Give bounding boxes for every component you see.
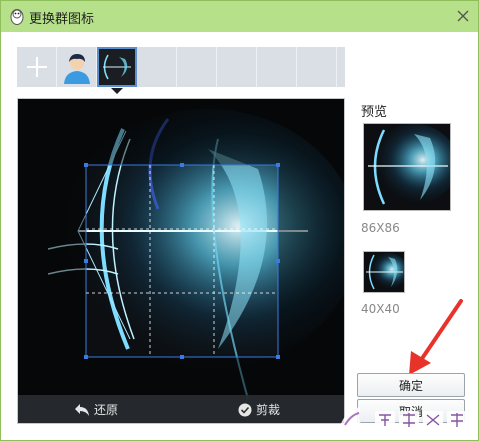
- annotation-arrow: [409, 299, 463, 375]
- source-image: [18, 99, 344, 423]
- history-slot-empty[interactable]: [217, 47, 257, 87]
- site-watermark-logo: [339, 407, 467, 429]
- selected-indicator: [111, 88, 123, 94]
- confirm-button[interactable]: 确定: [357, 373, 465, 397]
- history-slot-empty[interactable]: [257, 47, 297, 87]
- preview-large-size: 86X86: [361, 221, 400, 235]
- close-icon: [457, 10, 469, 22]
- restore-label: 还原: [94, 403, 119, 417]
- history-slot-empty[interactable]: [137, 47, 177, 87]
- history-slot-empty[interactable]: [297, 47, 337, 87]
- crop-label: 剪裁: [256, 403, 281, 417]
- icon-history-strip: [17, 47, 345, 94]
- bow-image-thumbnail: [102, 54, 131, 80]
- close-button[interactable]: [452, 5, 474, 27]
- window-title: 更换群图标: [29, 12, 95, 27]
- preview-small-image: [364, 252, 404, 292]
- history-slot-empty[interactable]: [177, 47, 217, 87]
- history-icon-selected[interactable]: [97, 47, 137, 94]
- change-group-icon-dialog: 更换群图标 还原 剪裁 预览 86X86 40X40 确定: [0, 0, 479, 441]
- title-bar[interactable]: 更换群图标: [1, 1, 478, 32]
- preview-small-size: 40X40: [361, 302, 400, 316]
- plus-icon: [26, 57, 47, 77]
- preview-large-image: [364, 124, 450, 210]
- confirm-label: 确定: [398, 378, 423, 393]
- crop-button[interactable]: 剪裁: [238, 401, 280, 418]
- qq-penguin-icon: [9, 8, 25, 25]
- check-circle-icon: [238, 403, 252, 416]
- preview-small: [363, 251, 405, 293]
- preview-label: 预览: [361, 105, 388, 120]
- add-icon-slot[interactable]: [17, 47, 57, 87]
- restore-button[interactable]: 还原: [74, 401, 118, 418]
- crop-editor[interactable]: 还原 剪裁: [17, 98, 345, 424]
- preview-large: [363, 123, 451, 211]
- undo-arrow-icon: [75, 403, 89, 416]
- editor-toolbar: 还原 剪裁: [18, 395, 344, 423]
- history-icon-avatar[interactable]: [57, 47, 97, 87]
- person-avatar-icon: [63, 54, 90, 84]
